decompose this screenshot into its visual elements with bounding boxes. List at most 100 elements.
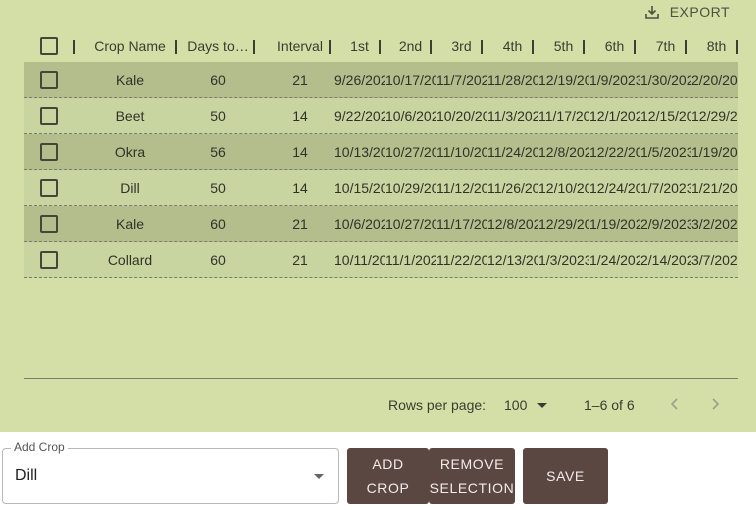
column-separator[interactable] [379, 40, 381, 54]
crop-data-grid: Crop Name Days to… Interval 1st 2nd 3rd … [24, 30, 738, 282]
table-row[interactable]: Dill 50 14 10/15/202110/29/202111/12/202111… [24, 170, 738, 206]
cell-date: 11/10/2021 [436, 143, 487, 160]
rows-per-page-value: 100 [504, 397, 528, 413]
cell-date: 2/20/2023 [691, 71, 738, 88]
save-button-label: SAVE [546, 468, 585, 484]
cell-date: 12/15/2022 [640, 107, 691, 124]
column-separator[interactable] [253, 40, 255, 54]
header-crop-name[interactable]: Crop Name [86, 30, 174, 62]
save-button[interactable]: SAVE [523, 448, 608, 504]
table-row[interactable]: Kale 60 21 9/26/202310/17/202111/7/202111/2… [24, 62, 738, 98]
row-checkbox-cell[interactable] [38, 62, 60, 97]
cell-date: 11/1/2021 [385, 251, 436, 268]
cell-date: 1/3/2023 [538, 251, 589, 268]
pagination-range: 1–6 of 6 [584, 397, 635, 413]
remove-selection-button[interactable]: REMOVE SELECTION [429, 448, 515, 504]
cell-date: 1/9/2023 [589, 71, 640, 88]
row-checkbox[interactable] [40, 250, 58, 269]
cell-date: 12/13/2021 [487, 251, 538, 268]
table-row[interactable]: Beet 50 14 9/22/202110/6/202310/20/202111/3… [24, 98, 738, 134]
row-checkbox-cell[interactable] [38, 134, 60, 169]
header-interval[interactable]: Interval [266, 30, 334, 62]
cell-crop-name: Dill [120, 179, 140, 196]
header-2nd[interactable]: 2nd [385, 30, 436, 62]
row-checkbox-cell[interactable] [38, 170, 60, 205]
column-separator[interactable] [685, 40, 687, 54]
row-checkbox[interactable] [40, 214, 58, 233]
column-separator[interactable] [634, 40, 636, 54]
cell-date: 1/24/2023 [589, 251, 640, 268]
next-page-button[interactable] [708, 394, 722, 416]
column-separator[interactable] [583, 40, 585, 54]
header-days-to-maturity[interactable]: Days to… [184, 30, 252, 62]
cell-date: 1/21/2023 [691, 179, 738, 196]
cell-date: 3/2/2023 [691, 215, 738, 232]
cell-crop-name: Collard [107, 251, 153, 268]
row-checkbox[interactable] [40, 106, 58, 125]
cell-date: 11/7/2021 [436, 71, 487, 88]
cell-interval: 14 [292, 107, 308, 124]
cell-date: 10/27/2021 [385, 143, 436, 160]
add-crop-label: Add Crop [11, 440, 68, 454]
header-5th[interactable]: 5th [538, 30, 589, 62]
cell-date: 1/30/2023 [640, 71, 691, 88]
cell-date: 10/20/2021 [436, 107, 487, 124]
add-crop-button[interactable]: ADD CROP [347, 448, 429, 504]
export-button[interactable]: EXPORT [644, 3, 730, 21]
cell-crop-name: Kale [115, 71, 145, 88]
cell-date: 12/19/2021 [538, 71, 589, 88]
header-3rd[interactable]: 3rd [436, 30, 487, 62]
download-icon [644, 4, 660, 20]
header-4th[interactable]: 4th [487, 30, 538, 62]
column-separator[interactable] [736, 40, 738, 54]
column-separator[interactable] [73, 40, 75, 54]
cell-date: 11/24/2022 [487, 143, 538, 160]
header-7th[interactable]: 7th [640, 30, 691, 62]
select-all-checkbox[interactable] [40, 37, 58, 55]
cell-date: 11/26/2022 [487, 179, 538, 196]
cell-date: 12/24/2021 [589, 179, 640, 196]
cell-date: 1/19/2022 [589, 215, 640, 232]
header-1st[interactable]: 1st [334, 30, 385, 62]
cell-date: 10/13/2021 [334, 143, 385, 160]
column-separator[interactable] [329, 40, 331, 54]
cell-days-to-maturity: 60 [210, 215, 226, 232]
add-crop-select[interactable]: Add Crop Dill [2, 440, 339, 504]
cell-date: 10/6/2023 [385, 107, 436, 124]
cell-date: 10/15/2021 [334, 179, 385, 196]
cell-interval: 21 [292, 251, 308, 268]
cell-crop-name: Kale [115, 215, 145, 232]
row-checkbox-cell[interactable] [38, 98, 60, 133]
row-checkbox-cell[interactable] [38, 206, 60, 241]
cell-date: 11/17/2022 [436, 215, 487, 232]
select-all-checkbox-cell[interactable] [38, 30, 60, 62]
header-8th[interactable]: 8th [691, 30, 738, 62]
cell-crop-name: Beet [115, 107, 145, 124]
cell-date: 9/22/2021 [334, 107, 385, 124]
row-checkbox[interactable] [40, 178, 58, 197]
row-checkbox[interactable] [40, 142, 58, 161]
cell-date: 11/17/2022 [538, 107, 589, 124]
add-crop-value: Dill [15, 467, 38, 484]
row-checkbox[interactable] [40, 70, 58, 89]
cell-days-to-maturity: 60 [210, 71, 226, 88]
table-row[interactable]: Okra 56 14 10/13/202110/27/202111/10/202111… [24, 134, 738, 170]
row-checkbox-cell[interactable] [38, 242, 60, 277]
rows-per-page-select[interactable]: 100 [504, 394, 548, 416]
column-separator[interactable] [532, 40, 534, 54]
header-6th[interactable]: 6th [589, 30, 640, 62]
column-separator[interactable] [481, 40, 483, 54]
cell-interval: 14 [292, 179, 308, 196]
remove-selection-button-line1: REMOVE [439, 456, 505, 472]
table-row[interactable]: Kale602110/6/202310/27/202111/17/202212/… [24, 206, 738, 242]
cell-interval: 14 [292, 143, 308, 160]
export-label: EXPORT [669, 4, 730, 20]
column-separator[interactable] [430, 40, 432, 54]
column-separator[interactable] [175, 40, 177, 54]
cell-interval: 21 [292, 215, 308, 232]
cell-days-to-maturity: 56 [210, 143, 226, 160]
table-row[interactable]: Collard 60 21 10/11/202111/1/202111/22/2021… [24, 242, 738, 278]
rows-per-page-label: Rows per page: [388, 397, 487, 413]
cell-date: 12/10/2022 [538, 179, 589, 196]
previous-page-button[interactable] [668, 394, 682, 416]
